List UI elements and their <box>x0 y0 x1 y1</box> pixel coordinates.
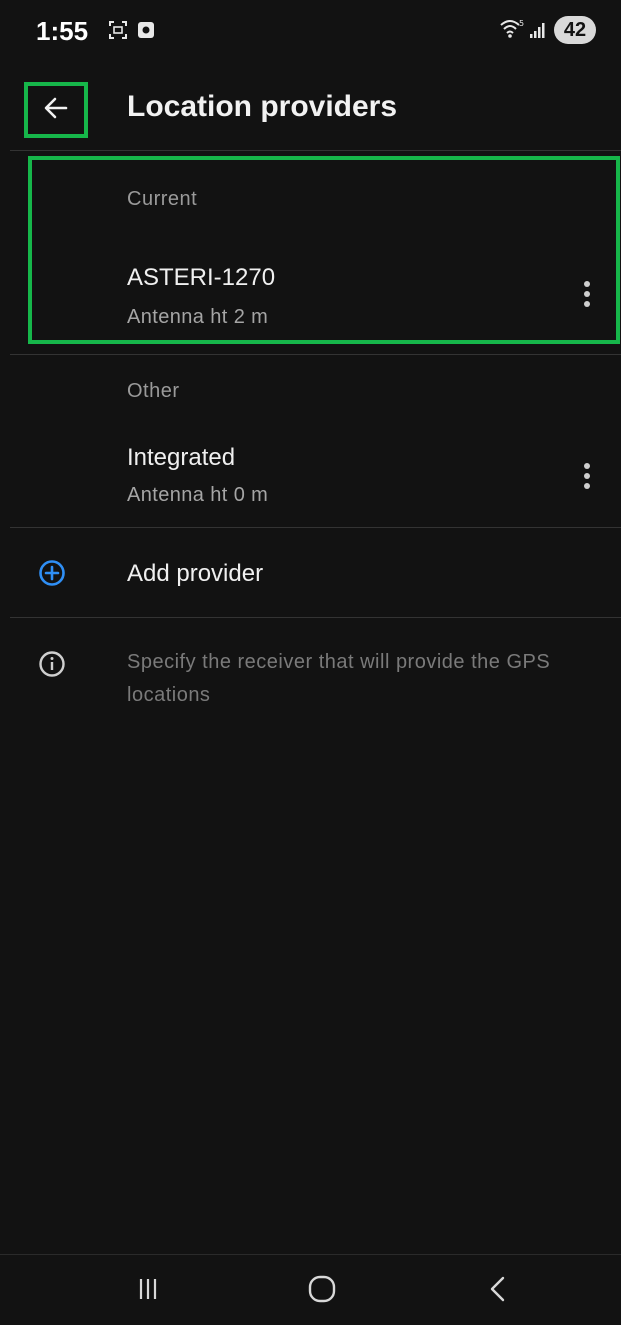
more-options-button[interactable] <box>574 456 600 496</box>
provider-name: ASTERI-1270 <box>127 264 276 291</box>
home-button[interactable] <box>298 1271 346 1311</box>
provider-item-current[interactable] <box>32 250 562 336</box>
section-label-other: Other <box>127 380 180 402</box>
divider <box>10 617 621 618</box>
recents-button[interactable] <box>124 1271 172 1311</box>
svg-text:5: 5 <box>519 19 524 28</box>
divider <box>10 150 621 151</box>
info-text: Specify the receiver that will provide t… <box>127 651 551 706</box>
page-title: Location providers <box>127 90 398 123</box>
provider-name: Integrated <box>127 444 236 471</box>
battery-icon: 42 <box>554 16 596 44</box>
app-bar: Location providers <box>0 62 621 150</box>
recents-icon <box>134 1275 162 1308</box>
media-icon <box>136 20 156 45</box>
arrow-left-icon <box>42 94 70 127</box>
provider-detail: Antenna ht 2 m <box>127 306 269 328</box>
screenshot-icon <box>108 20 128 45</box>
wifi-icon: 5 <box>500 18 524 45</box>
home-icon <box>307 1274 337 1309</box>
add-provider-button[interactable]: Add provider <box>0 530 621 616</box>
back-button[interactable] <box>24 82 88 138</box>
divider <box>10 527 621 528</box>
back-icon <box>485 1274 511 1309</box>
navigation-bar <box>0 1254 621 1325</box>
status-time: 1:55 <box>36 16 89 46</box>
add-provider-label: Add provider <box>127 560 264 587</box>
divider <box>10 354 621 355</box>
signal-icon <box>528 20 548 45</box>
plus-circle-icon <box>38 559 66 592</box>
info-icon <box>38 650 66 683</box>
more-options-button[interactable] <box>574 274 600 314</box>
provider-item-integrated[interactable] <box>0 432 562 522</box>
status-bar: 1:55 5 42 <box>0 0 621 60</box>
section-label-current: Current <box>127 188 198 210</box>
provider-detail: Antenna ht 0 m <box>127 484 269 506</box>
nav-back-button[interactable] <box>474 1271 522 1311</box>
